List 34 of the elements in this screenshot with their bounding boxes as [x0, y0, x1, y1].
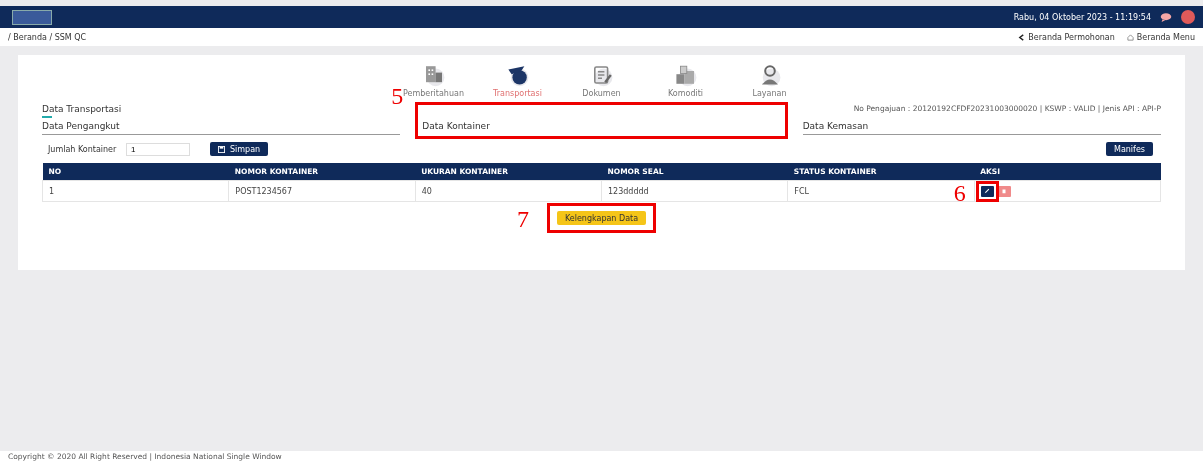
completeness-button[interactable]: Kelengkapan Data — [556, 211, 647, 225]
sub-tab[interactable]: Data Pengangkut — [42, 118, 401, 135]
nav-link[interactable]: Beranda Menu — [1126, 32, 1195, 42]
pencil-icon — [984, 188, 991, 194]
step-tab[interactable]: Layanan — [738, 63, 801, 98]
nav-link[interactable]: Beranda Permohonan — [1018, 32, 1115, 42]
chevron-left-icon — [1018, 33, 1026, 41]
table-cell: POST1234567 — [228, 180, 416, 202]
sub-tab[interactable]: Data Kontainer — [422, 118, 781, 135]
table-cell: 123ddddd — [601, 180, 788, 202]
manifest-button[interactable]: Manifes — [1106, 142, 1153, 156]
annotation-number: 7 — [516, 207, 529, 231]
title-underline — [42, 116, 52, 118]
logo-icon — [12, 9, 52, 25]
trash-icon — [1001, 188, 1008, 194]
table-cell: 40 — [415, 180, 602, 202]
delete-button[interactable] — [997, 185, 1011, 197]
annotation-number: 6 — [953, 180, 966, 205]
container-count-field[interactable]: 1 — [126, 142, 190, 156]
avatar-icon[interactable] — [1181, 10, 1195, 24]
step-tab[interactable]: Dokumen — [570, 63, 633, 98]
sub-tab[interactable]: Data Kemasan — [802, 118, 1161, 135]
highlight-frame — [975, 180, 999, 202]
step-tab[interactable]: Komoditi — [654, 63, 717, 98]
breadcrumb: / Beranda / SSM QC — [8, 32, 87, 42]
annotation-number: 5 — [391, 84, 404, 108]
edit-button[interactable] — [980, 185, 994, 197]
date-time: Rabu, 04 Oktober 2023 - 11:19:54 — [1013, 12, 1151, 22]
step-tab[interactable]: Pemberitahuan — [402, 63, 465, 98]
table-cell: 1 — [42, 180, 229, 202]
chat-icon[interactable] — [1159, 11, 1173, 23]
section-title: Data Transportasi — [42, 104, 122, 114]
save-button[interactable]: Simpan — [210, 142, 269, 156]
field-label: Jumlah Kontainer — [46, 144, 118, 154]
